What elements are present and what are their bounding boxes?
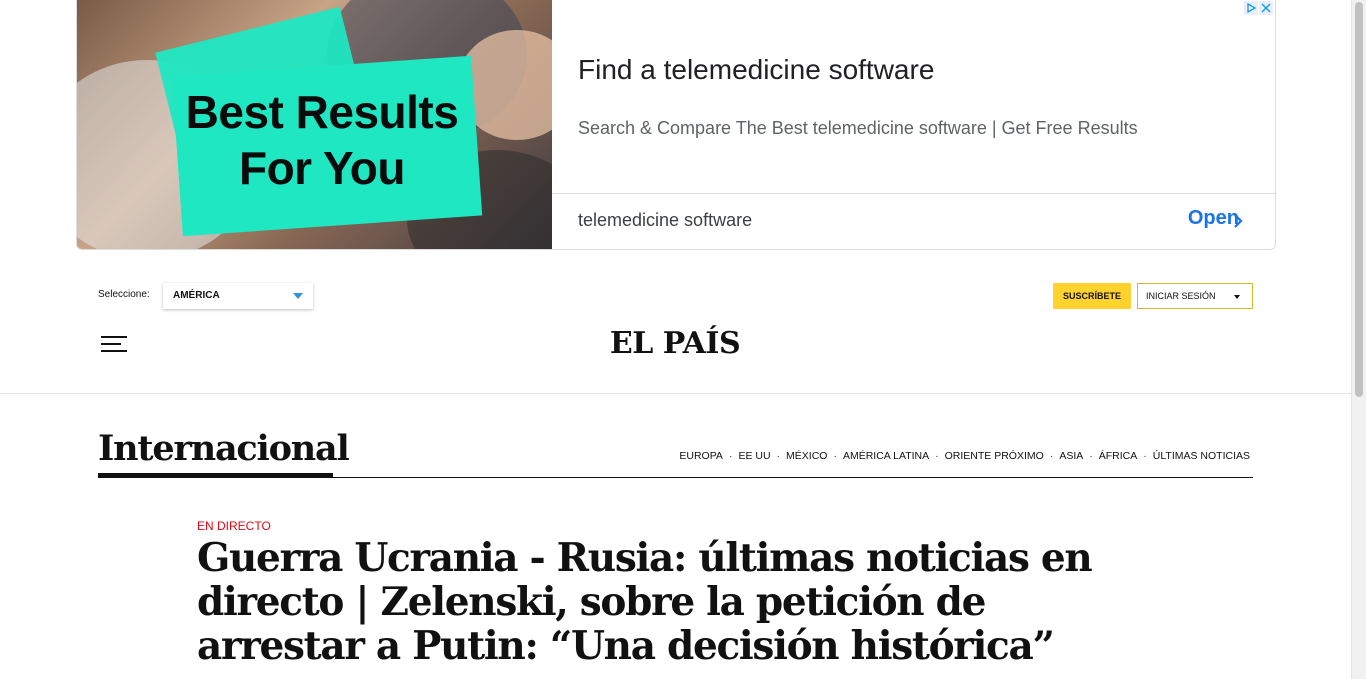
caret-down-icon (293, 293, 303, 299)
ad-divider (552, 193, 1275, 194)
scrollbar-thumb[interactable] (1355, 2, 1363, 397)
section-title[interactable]: Internacional (98, 428, 350, 469)
section-nav-item[interactable]: EUROPA (679, 450, 723, 462)
section-underline (98, 473, 333, 478)
login-button[interactable]: INICIAR SESIÓN (1137, 283, 1253, 309)
header-divider (0, 393, 1351, 394)
section-nav-item[interactable]: EE UU (738, 450, 770, 462)
ad-banner[interactable]: Best Results For You Find a telemedicine… (76, 0, 1276, 250)
live-kicker[interactable]: EN DIRECTO (197, 519, 271, 533)
page-scrollbar[interactable] (1351, 0, 1366, 679)
section-nav-item[interactable]: ÁFRICA (1099, 450, 1138, 462)
region-label: Seleccione: (98, 289, 150, 300)
login-button-label: INICIAR SESIÓN (1146, 291, 1216, 301)
adchoices-icon[interactable] (1244, 1, 1258, 15)
section-nav-item[interactable]: ORIENTE PRÓXIMO (945, 450, 1044, 462)
section-nav: EUROPA · EE UU · MÉXICO · AMÉRICA LATINA… (679, 450, 1250, 462)
caret-down-icon (1234, 295, 1240, 299)
ad-description[interactable]: Search & Compare The Best telemedicine s… (578, 118, 1138, 139)
subscribe-button[interactable]: SUSCRÍBETE (1053, 283, 1131, 309)
region-select[interactable]: AMÉRICA (163, 283, 313, 309)
nav-separator: · (728, 450, 733, 462)
section-nav-item[interactable]: AMÉRICA LATINA (843, 450, 929, 462)
ad-keyword[interactable]: telemedicine software (578, 210, 752, 231)
region-select-value: AMÉRICA (173, 290, 220, 301)
nav-separator: · (776, 450, 781, 462)
close-icon[interactable] (1259, 1, 1273, 15)
nav-separator: · (1049, 450, 1054, 462)
hamburger-menu-icon[interactable] (101, 336, 127, 352)
chevron-right-icon[interactable] (1231, 211, 1245, 231)
nav-separator: · (1143, 450, 1147, 462)
ad-text-panel[interactable]: Find a telemedicine software Search & Co… (552, 0, 1275, 249)
article-headline[interactable]: Guerra Ucrania - Rusia: últimas noticias… (197, 536, 1157, 668)
nav-separator: · (1089, 450, 1093, 462)
nav-separator: · (935, 450, 939, 462)
site-logo[interactable]: EL PAÍS (560, 326, 790, 361)
section-nav-item[interactable]: ASIA (1059, 450, 1083, 462)
section-nav-item[interactable]: MÉXICO (786, 450, 827, 462)
ad-image[interactable]: Best Results For You (77, 0, 552, 249)
ad-image-headline: Best Results For You (185, 86, 459, 194)
section-nav-item[interactable]: ÚLTIMAS NOTICIAS (1153, 450, 1250, 462)
ad-title[interactable]: Find a telemedicine software (578, 54, 934, 86)
nav-separator: · (833, 450, 837, 462)
